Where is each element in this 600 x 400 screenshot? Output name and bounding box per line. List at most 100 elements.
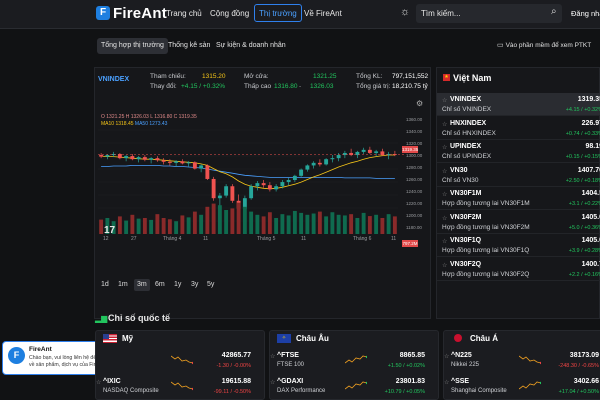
index-name: FTSE 100: [277, 362, 305, 368]
volume-bar: [124, 220, 129, 234]
index-change: +17.04 / +0.50%: [558, 389, 599, 395]
favorite-star-icon[interactable]: ☆: [442, 121, 447, 128]
candle-body: [205, 165, 210, 179]
login-button[interactable]: Đăng nhập: [571, 9, 600, 18]
nav-community[interactable]: Cộng đồng: [210, 9, 249, 18]
period-1m[interactable]: 1m: [115, 279, 131, 291]
favorite-star-icon[interactable]: ☆: [442, 97, 447, 104]
sparkline-end-dot: [191, 387, 193, 391]
app-window: { "brand": {"logo_letter": "F", "name": …: [0, 0, 600, 400]
index-price: 8865.85: [399, 352, 425, 359]
nav-about[interactable]: Về FireAnt: [304, 9, 342, 18]
index-price: 23801.83: [395, 378, 425, 385]
x-tick: 27: [131, 236, 137, 242]
volume-bar: [317, 211, 322, 234]
volume-bar: [167, 219, 172, 234]
index-name: DAX Performance: [277, 388, 326, 394]
candle-body: [286, 180, 291, 183]
volume-bar: [211, 203, 216, 234]
intl-section-title: Chỉ số quốc tế: [108, 313, 171, 323]
candle-body: [267, 185, 272, 190]
favorite-star-icon[interactable]: ☆: [270, 379, 275, 386]
index-desc: Hợp đồng tương lai VN30F1M: [442, 200, 530, 207]
ref-label: Tham chiếu:: [150, 73, 186, 80]
desktop-icon: ▭: [497, 42, 506, 49]
candle-body: [224, 186, 229, 196]
period-1d[interactable]: 1d: [98, 279, 112, 291]
volume-bar: [199, 214, 204, 234]
region-name: Châu Á: [470, 334, 498, 343]
index-desc: Chỉ số UPINDEX: [442, 153, 492, 160]
open-software-link[interactable]: ▭ Vào phần mềm để xem PTKT: [497, 38, 591, 54]
candle-body: [211, 178, 216, 199]
index-desc: Chỉ số HNXINDEX: [442, 129, 496, 137]
period-3m[interactable]: 3m: [134, 279, 150, 291]
candle-body: [174, 161, 179, 163]
nav-market[interactable]: Thị trường: [254, 4, 302, 22]
favorite-star-icon[interactable]: ☆: [442, 238, 447, 245]
favorite-star-icon[interactable]: ☆: [270, 353, 275, 360]
volume-bar: [330, 212, 335, 234]
tab-market-summary[interactable]: Tổng hợp thị trường: [97, 38, 168, 54]
sparkline-path: [171, 355, 193, 364]
volume-bar: [380, 218, 385, 234]
volume-bar: [161, 218, 166, 234]
index-change: +2.2 / +0.16%: [568, 271, 600, 278]
candle-body: [161, 160, 166, 162]
period-6m[interactable]: 6m: [152, 279, 168, 291]
period-3y[interactable]: 3y: [188, 279, 201, 291]
ma50-legend: MA50 1273.43: [134, 121, 168, 127]
favorite-star-icon[interactable]: ☆: [442, 144, 447, 151]
favorite-star-icon[interactable]: ☆: [442, 215, 447, 222]
index-price: 38173.09: [569, 352, 599, 359]
candle-body: [336, 155, 341, 159]
brand-name[interactable]: FireAnt: [113, 5, 167, 22]
change-label: Thay đổi:: [150, 83, 177, 90]
tradingview-watermark-logo: 17: [104, 225, 116, 236]
volume-bar: [336, 214, 341, 234]
sparkline-path: [519, 355, 541, 364]
candle-body: [230, 186, 235, 201]
index-change: -248.30 / -0.65%: [558, 363, 599, 369]
x-tick: 11: [203, 236, 209, 242]
index-change: -1.30 / -0.00%: [216, 363, 251, 369]
index-price: 42865.77: [221, 352, 251, 359]
period-5y[interactable]: 5y: [204, 279, 217, 291]
index-price: 1407.70: [577, 166, 600, 174]
fireant-logo-icon[interactable]: F: [96, 6, 110, 20]
favorite-star-icon[interactable]: ☆: [96, 379, 101, 386]
nav-home[interactable]: Trang chủ: [166, 9, 202, 18]
candle-body: [280, 182, 285, 187]
volume-bar: [261, 216, 266, 234]
candle-body: [192, 162, 197, 169]
favorite-star-icon[interactable]: ☆: [442, 191, 447, 198]
y-tick: 1240.00: [406, 189, 423, 194]
favorite-star-icon[interactable]: ☆: [442, 168, 447, 175]
index-price: 19615.88: [221, 378, 251, 385]
favorite-star-icon[interactable]: ☆: [442, 262, 447, 269]
search-icon[interactable]: ⌕: [551, 7, 561, 17]
volume-bar: [392, 216, 397, 234]
index-price: 1405.0: [581, 213, 600, 221]
period-1y[interactable]: 1y: [171, 279, 184, 291]
sparkline: [519, 355, 541, 365]
tab-events[interactable]: Sự kiện & doanh nhân: [212, 38, 290, 54]
sparkline: [171, 355, 193, 365]
index-price: 3402.66: [573, 378, 599, 385]
volume-bar: [230, 208, 235, 234]
volume-bar: [299, 212, 304, 234]
candle-body: [124, 156, 129, 159]
index-desc: Hợp đồng tương lai VN30F2M: [442, 223, 530, 231]
x-tick: 11: [301, 236, 307, 242]
index-desc: Hợp đồng tương lai VN30F1Q: [442, 247, 530, 254]
volume-bar: [286, 215, 291, 234]
search-placeholder[interactable]: Tìm kiếm...: [421, 9, 461, 18]
chart-settings-gear-icon[interactable]: ⚙: [416, 99, 423, 108]
favorite-star-icon[interactable]: ☆: [444, 353, 449, 360]
index-change: +10.79 / +0.05%: [384, 389, 425, 395]
volume-bar: [99, 219, 104, 234]
tab-exchange-stats[interactable]: Thống kê sàn: [164, 38, 214, 54]
index-symbol: ^N225: [451, 352, 472, 359]
theme-toggle-sun-icon[interactable]: ☼: [400, 6, 412, 18]
favorite-star-icon[interactable]: ☆: [444, 379, 449, 386]
